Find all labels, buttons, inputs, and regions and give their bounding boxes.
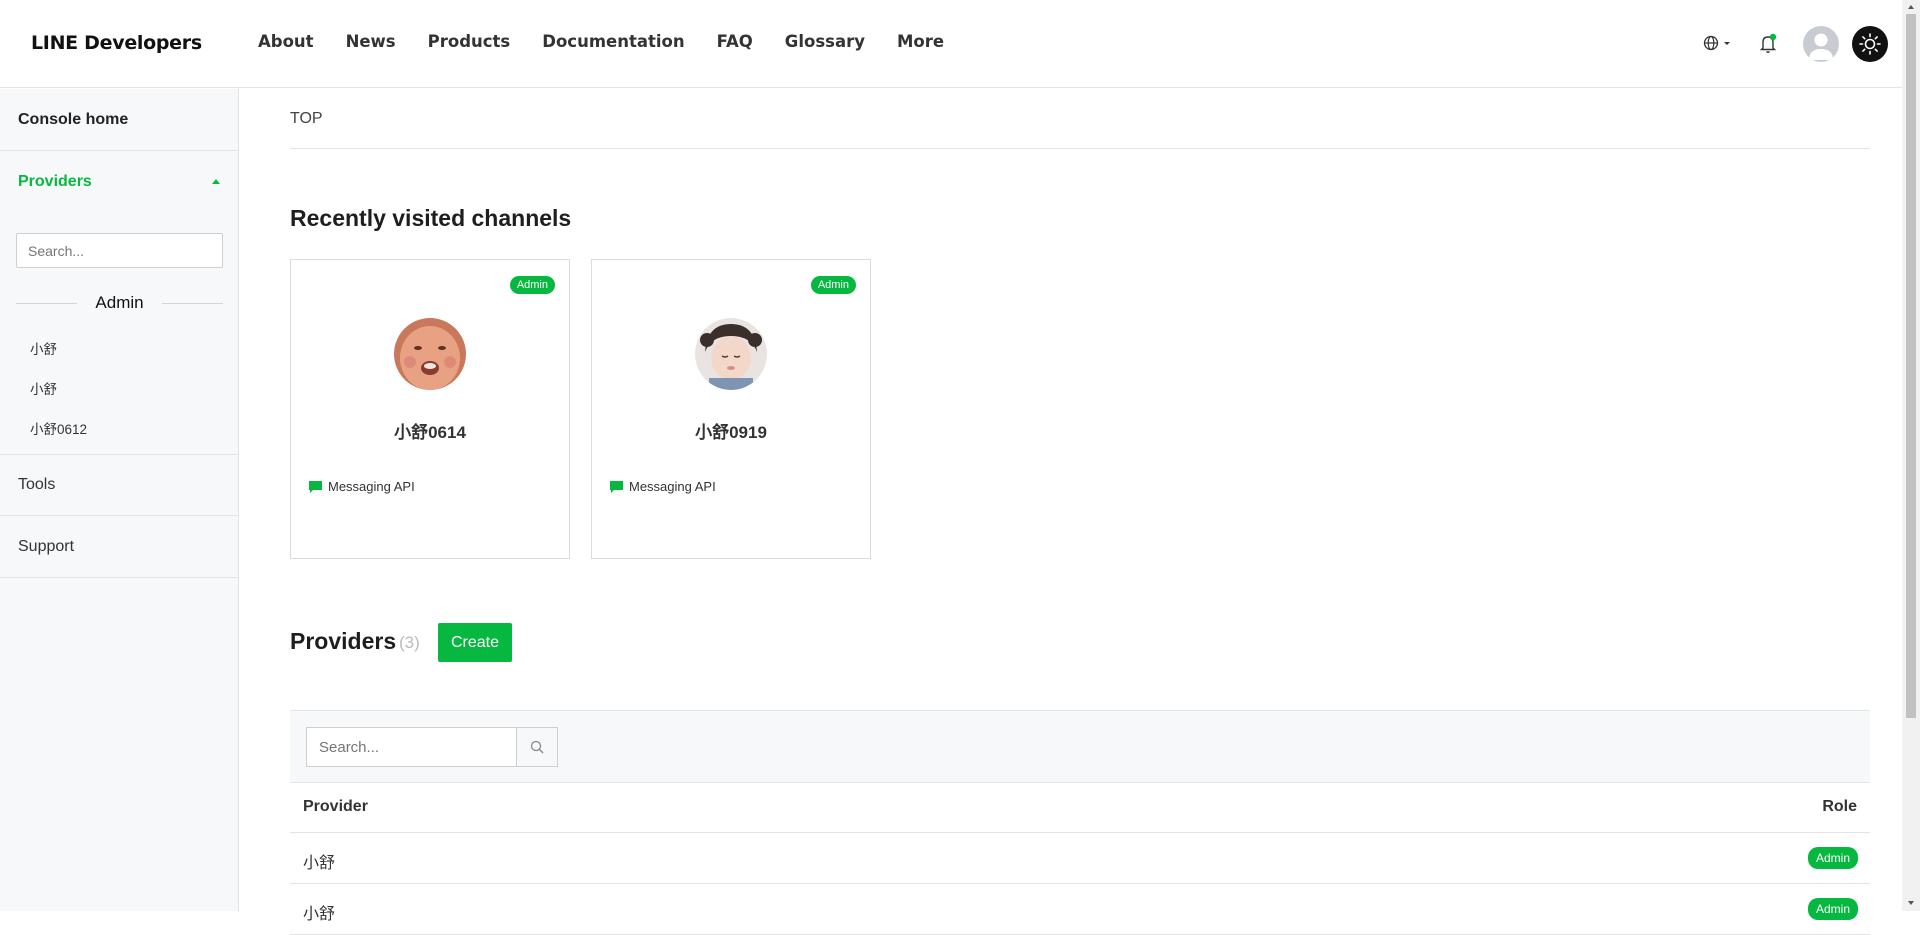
nav-faq[interactable]: FAQ bbox=[717, 32, 753, 51]
baby-face-photo-icon bbox=[394, 318, 466, 390]
column-header-role[interactable]: Role bbox=[1822, 798, 1857, 816]
providers-count: (3) bbox=[399, 633, 420, 652]
providers-title: Providers bbox=[290, 628, 397, 654]
divider-line bbox=[16, 302, 78, 304]
divider-line bbox=[161, 302, 223, 304]
language-selector[interactable] bbox=[1703, 33, 1733, 53]
provider-name-cell: 小舒 bbox=[303, 906, 336, 923]
table-row[interactable]: 小舒 Admin bbox=[290, 833, 1870, 884]
create-provider-button[interactable]: Create bbox=[438, 623, 512, 662]
provider-search-button[interactable] bbox=[516, 727, 558, 767]
sidebar-search-input[interactable] bbox=[16, 233, 223, 268]
sidebar-provider-item[interactable]: 小舒 bbox=[30, 378, 57, 398]
channel-type: Messaging API bbox=[610, 479, 716, 494]
caret-down-icon bbox=[1724, 42, 1730, 45]
channel-type-label: Messaging API bbox=[328, 479, 415, 494]
column-header-provider[interactable]: Provider bbox=[303, 798, 368, 816]
channel-type: Messaging API bbox=[309, 479, 415, 494]
nav-more[interactable]: More bbox=[897, 32, 944, 51]
channel-card[interactable]: Admin 小舒0919 Messaging API bbox=[591, 259, 871, 559]
table-row[interactable]: 小舒 Admin bbox=[290, 884, 1870, 935]
nav-documentation[interactable]: Documentation bbox=[542, 32, 684, 51]
user-avatar[interactable] bbox=[1803, 26, 1839, 62]
scroll-up-arrow-icon[interactable] bbox=[1906, 2, 1916, 12]
sidebar-support[interactable]: Support bbox=[0, 516, 239, 578]
breadcrumb[interactable]: TOP bbox=[290, 110, 323, 128]
channel-card[interactable]: Admin 小舒0614 Messaging API bbox=[290, 259, 570, 559]
sidebar: Console home Providers Admin 小舒 小舒 小舒061… bbox=[0, 89, 239, 911]
search-icon bbox=[530, 740, 544, 754]
notifications-button[interactable] bbox=[1758, 33, 1778, 55]
channel-avatar bbox=[695, 318, 767, 390]
role-badge: Admin bbox=[509, 276, 555, 294]
provider-search-input[interactable] bbox=[306, 727, 516, 767]
sidebar-tools[interactable]: Tools bbox=[0, 454, 239, 516]
sidebar-providers-label: Providers bbox=[18, 173, 92, 190]
page-scrollbar-thumb[interactable] bbox=[1906, 14, 1916, 718]
chat-bubble-icon bbox=[610, 480, 623, 493]
sidebar-group-divider: Admin bbox=[16, 293, 223, 313]
recent-channels-title: Recently visited channels bbox=[290, 205, 572, 231]
sidebar-provider-item[interactable]: 小舒 bbox=[30, 338, 57, 358]
top-navigation-bar: LINE Developers About News Products Docu… bbox=[0, 0, 1902, 88]
chat-bubble-icon bbox=[309, 480, 322, 493]
nav-products[interactable]: Products bbox=[428, 32, 511, 51]
providers-table-header: Provider Role bbox=[290, 784, 1870, 833]
channel-type-label: Messaging API bbox=[629, 479, 716, 494]
nav-about[interactable]: About bbox=[258, 32, 314, 51]
sidebar-provider-item[interactable]: 小舒0612 bbox=[30, 418, 87, 438]
channel-avatar bbox=[394, 318, 466, 390]
channel-name: 小舒0614 bbox=[394, 423, 466, 442]
role-badge: Admin bbox=[1807, 898, 1858, 920]
baby-photo-icon bbox=[695, 318, 767, 390]
bell-icon bbox=[1759, 33, 1777, 53]
scroll-down-arrow-icon[interactable] bbox=[1906, 898, 1916, 908]
channel-name: 小舒0919 bbox=[695, 423, 767, 442]
breadcrumb-divider bbox=[290, 148, 1870, 149]
globe-icon bbox=[1703, 35, 1719, 51]
sidebar-console-home[interactable]: Console home bbox=[0, 89, 238, 151]
role-badge: Admin bbox=[1807, 847, 1858, 869]
provider-filter-bar bbox=[290, 710, 1870, 783]
line-developers-logo[interactable]: LINE Developers bbox=[31, 32, 202, 54]
nav-glossary[interactable]: Glossary bbox=[785, 32, 865, 51]
sidebar-group-label: Admin bbox=[95, 293, 144, 312]
person-icon bbox=[1809, 33, 1833, 60]
nav-news[interactable]: News bbox=[346, 32, 396, 51]
role-badge: Admin bbox=[810, 276, 856, 294]
sun-icon bbox=[1859, 33, 1881, 55]
provider-name-cell: 小舒 bbox=[303, 855, 336, 872]
theme-toggle-button[interactable] bbox=[1852, 26, 1888, 62]
main-nav: About News Products Documentation FAQ Gl… bbox=[258, 32, 976, 51]
sidebar-providers-toggle[interactable]: Providers bbox=[0, 151, 238, 213]
caret-up-icon bbox=[212, 179, 220, 184]
